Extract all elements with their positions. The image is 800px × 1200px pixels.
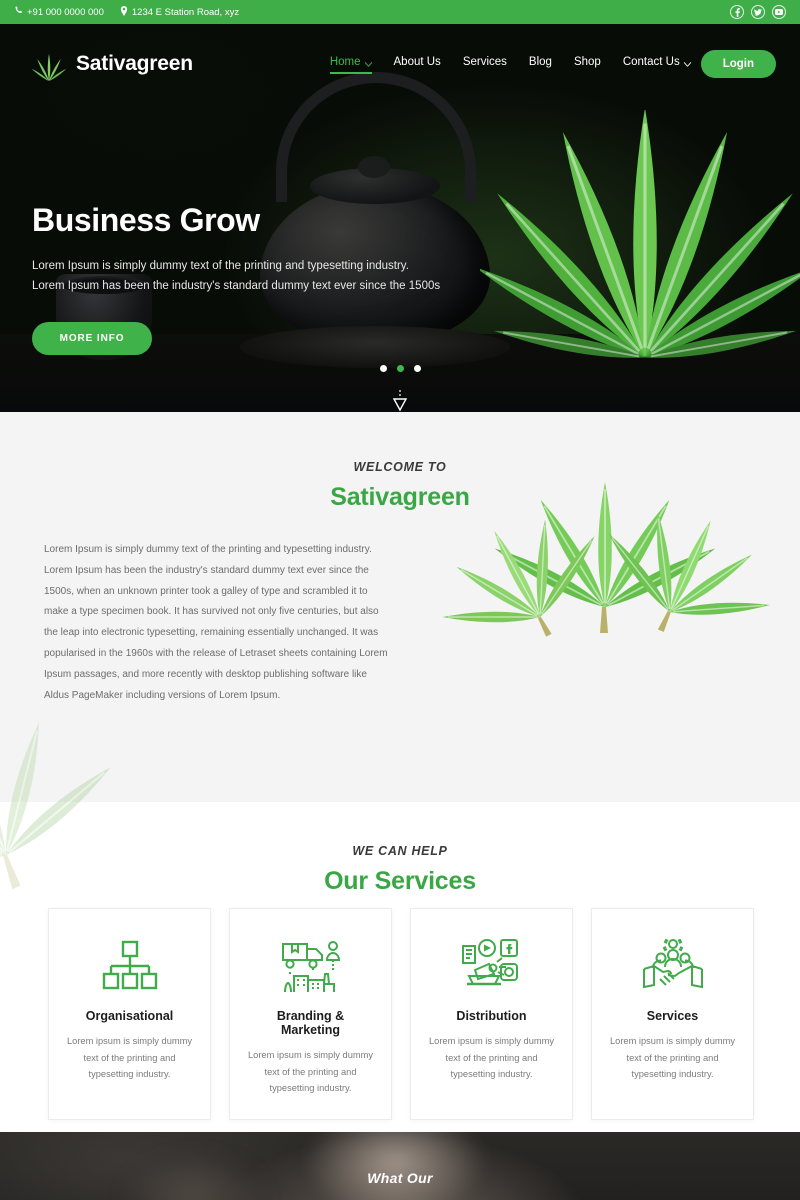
- login-button[interactable]: Login: [700, 50, 776, 78]
- cannabis-leaves-photo: [420, 422, 780, 672]
- topbar-social-links: [730, 5, 786, 19]
- site-header: Sativagreen Home About Us Services Blog Shop…: [0, 24, 800, 104]
- nav-item-label: Services: [462, 55, 507, 68]
- service-card-title: Organisational: [85, 1009, 174, 1023]
- nav-item-about-us[interactable]: About Us: [394, 56, 441, 73]
- welcome-section: WELCOME TO Sativagreen Lorem Ipsum is si…: [0, 412, 800, 802]
- topbar-contact-group: +91 000 0000 000 1234 E Station Road, xy…: [14, 5, 240, 19]
- services-eyebrow: WE CAN HELP: [352, 844, 448, 858]
- hero-title: Business Grow: [32, 202, 260, 238]
- phone-icon: [14, 6, 23, 18]
- service-card[interactable]: Services Lorem ipsum is simply dummy text…: [591, 908, 754, 1120]
- location-pin-icon: [120, 5, 128, 19]
- hero-subtitle-line-1: Lorem Ipsum is simply dummy text of the …: [32, 260, 409, 272]
- services-section: WE CAN HELP Our Services Organisational L…: [0, 802, 800, 1132]
- nav-item-label: Home: [329, 55, 361, 68]
- nav-item-services[interactable]: Services: [463, 56, 507, 73]
- service-card-text: Lorem ipsum is simply dummy text of the …: [609, 1036, 736, 1080]
- slider-dots: [0, 365, 800, 372]
- service-card[interactable]: Organisational Lorem ipsum is simply dumm…: [48, 908, 211, 1120]
- hero-section: Sativagreen Home About Us Services Blog Shop…: [0, 24, 800, 412]
- nav-item-label: Contact Us: [622, 55, 680, 68]
- nav-item-shop[interactable]: Shop: [574, 56, 601, 73]
- nav-item-label: About Us: [393, 55, 441, 68]
- handshake-teamwork-icon: [608, 935, 737, 997]
- scroll-down-indicator[interactable]: [0, 390, 800, 412]
- chevron-down-icon: [683, 58, 692, 67]
- brand-name: Sativagreen: [76, 52, 193, 75]
- service-card[interactable]: Branding & Marketing Lorem ipsum is simpl…: [229, 908, 392, 1120]
- slider-dot-2[interactable]: [396, 365, 404, 372]
- service-card-title: Services: [646, 1009, 699, 1023]
- delivery-truck-factory-icon: [246, 935, 375, 997]
- more-info-button[interactable]: MORE INFO: [32, 322, 152, 356]
- top-contact-bar: +91 000 0000 000 1234 E Station Road, xy…: [0, 0, 800, 24]
- slider-dot-3[interactable]: [413, 365, 421, 372]
- brand-logo[interactable]: Sativagreen: [24, 41, 193, 87]
- nav-item-home[interactable]: Home: [329, 55, 372, 74]
- topbar-phone[interactable]: +91 000 0000 000: [14, 6, 104, 18]
- testimonial-title: What Our: [367, 1170, 433, 1186]
- youtube-icon[interactable]: [772, 5, 786, 19]
- service-card-title: Distribution: [456, 1009, 527, 1023]
- hero-subtitle: Lorem Ipsum is simply dummy text of the …: [32, 256, 440, 296]
- hero-content: Business Grow Lorem Ipsum is simply dumm…: [32, 202, 440, 356]
- twitter-icon[interactable]: [751, 5, 765, 19]
- testimonial-section: What Our: [0, 1132, 800, 1200]
- slider-dot-1[interactable]: [379, 365, 387, 372]
- topbar-phone-text: +91 000 0000 000: [27, 6, 104, 18]
- service-card-text: Lorem ipsum is simply dummy text of the …: [428, 1036, 555, 1080]
- nav-item-contact-us[interactable]: Contact Us: [622, 55, 692, 73]
- service-card-text: Lorem ipsum is simply dummy text of the …: [247, 1050, 374, 1094]
- service-card[interactable]: Distribution Lorem ipsum is simply dummy …: [410, 908, 573, 1120]
- nav-item-label: Blog: [528, 55, 552, 68]
- nav-item-label: Shop: [573, 55, 601, 68]
- welcome-body-text: Lorem Ipsum is simply dummy text of the …: [44, 544, 388, 701]
- services-title: Our Services: [324, 867, 476, 895]
- scroll-down-arrow-icon: [392, 390, 408, 412]
- chevron-down-icon: [364, 58, 372, 67]
- testimonial-bg-blur-center: [300, 1132, 490, 1200]
- service-card-text: Lorem ipsum is simply dummy text of the …: [66, 1036, 193, 1080]
- service-card-title: Branding & Marketing: [276, 1009, 345, 1037]
- facebook-icon[interactable]: [730, 5, 744, 19]
- topbar-address-text: 1234 E Station Road, xyz: [131, 6, 240, 18]
- main-navigation: Home About Us Services Blog Shop Contact Us: [329, 55, 692, 74]
- megaphone-social-media-icon: [427, 935, 556, 997]
- hero-subtitle-line-2: Lorem Ipsum has been the industry's stan…: [32, 280, 441, 293]
- organisation-chart-icon: [65, 935, 194, 997]
- topbar-address[interactable]: 1234 E Station Road, xyz: [120, 5, 240, 19]
- nav-item-blog[interactable]: Blog: [529, 56, 552, 73]
- cannabis-leaf-logo-icon: [24, 41, 74, 87]
- service-card-list: Organisational Lorem ipsum is simply dumm…: [48, 908, 754, 1120]
